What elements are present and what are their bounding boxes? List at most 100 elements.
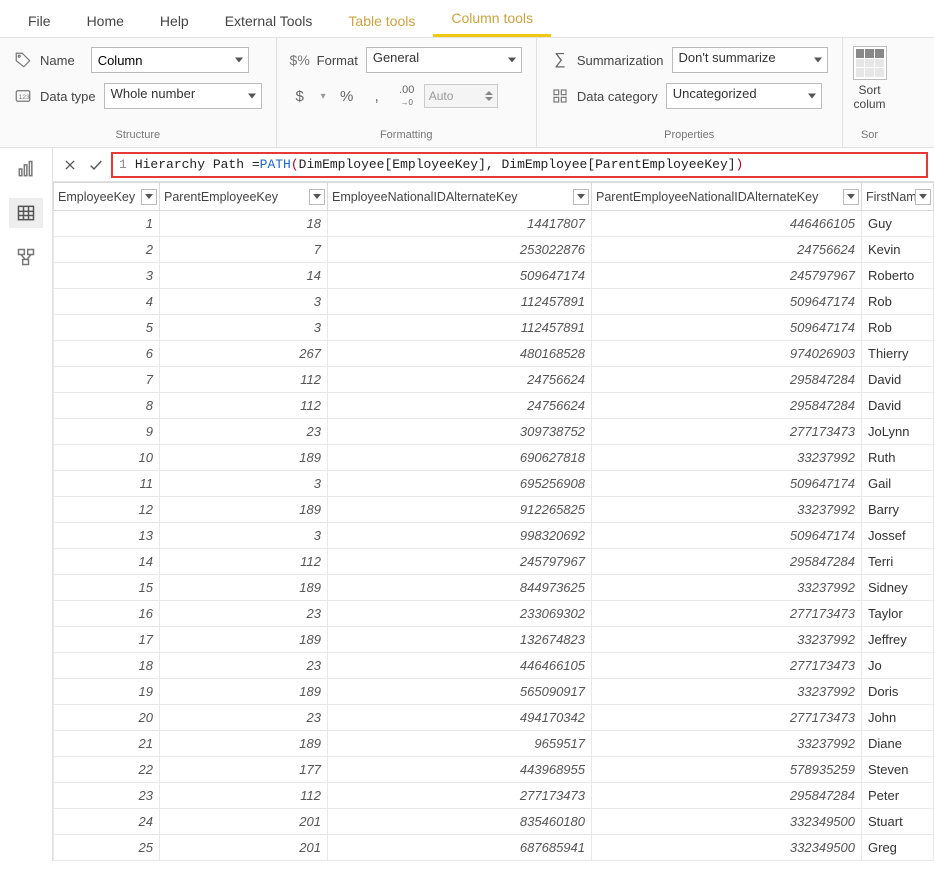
percent-button[interactable]: % [338, 88, 356, 105]
cell[interactable]: 233069302 [328, 601, 592, 627]
thousands-button[interactable]: , [368, 88, 386, 105]
cell[interactable]: Stuart [862, 809, 934, 835]
cell[interactable]: 24756624 [592, 237, 862, 263]
cell[interactable]: 33237992 [592, 575, 862, 601]
table-row[interactable]: 2725302287624756624Kevin [54, 237, 934, 263]
cell[interactable]: 189 [160, 627, 328, 653]
cell[interactable]: 7 [160, 237, 328, 263]
formula-input[interactable]: 1 Hierarchy Path = PATH(DimEmployee[Empl… [111, 152, 928, 178]
cell[interactable]: 33237992 [592, 497, 862, 523]
cell[interactable]: 245797967 [328, 549, 592, 575]
cell[interactable]: 4 [54, 289, 160, 315]
cell[interactable]: Kevin [862, 237, 934, 263]
cell[interactable]: 201 [160, 835, 328, 861]
column-filter-button[interactable] [309, 189, 325, 205]
cell[interactable]: 24756624 [328, 367, 592, 393]
cell[interactable]: 6 [54, 341, 160, 367]
cell[interactable]: 21 [54, 731, 160, 757]
cell[interactable]: Jeffrey [862, 627, 934, 653]
cell[interactable]: 509647174 [328, 263, 592, 289]
cell[interactable]: Steven [862, 757, 934, 783]
cell[interactable]: 332349500 [592, 809, 862, 835]
name-input[interactable] [91, 47, 249, 73]
cell[interactable]: 998320692 [328, 523, 592, 549]
data-view-button[interactable] [9, 198, 43, 228]
cell[interactable]: 112457891 [328, 289, 592, 315]
cell[interactable]: 5 [54, 315, 160, 341]
table-row[interactable]: 21189965951733237992Diane [54, 731, 934, 757]
cell[interactable]: 24756624 [328, 393, 592, 419]
cell[interactable]: 11 [54, 471, 160, 497]
menu-tab-help[interactable]: Help [142, 3, 207, 37]
cell[interactable]: 112 [160, 367, 328, 393]
table-row[interactable]: 1718913267482333237992Jeffrey [54, 627, 934, 653]
cell[interactable]: 295847284 [592, 393, 862, 419]
cell[interactable]: 33237992 [592, 731, 862, 757]
cell[interactable]: 446466105 [592, 211, 862, 237]
cell[interactable]: 443968955 [328, 757, 592, 783]
cell[interactable]: 912265825 [328, 497, 592, 523]
menu-tab-column-tools[interactable]: Column tools [433, 0, 551, 37]
cell[interactable]: 189 [160, 679, 328, 705]
cell[interactable]: 494170342 [328, 705, 592, 731]
cell[interactable]: 112 [160, 783, 328, 809]
cell[interactable]: 177 [160, 757, 328, 783]
cell[interactable]: 332349500 [592, 835, 862, 861]
cell[interactable]: 8 [54, 393, 160, 419]
cell[interactable]: Gail [862, 471, 934, 497]
column-header[interactable]: EmployeeNationalIDAlternateKey [328, 183, 592, 211]
menu-tab-external-tools[interactable]: External Tools [207, 3, 331, 37]
column-header[interactable]: FirstNam [862, 183, 934, 211]
decimal-places-input[interactable]: Auto [424, 84, 498, 108]
cell[interactable]: 17 [54, 627, 160, 653]
model-view-button[interactable] [9, 242, 43, 272]
table-row[interactable]: 1018969062781833237992Ruth [54, 445, 934, 471]
cell[interactable]: 578935259 [592, 757, 862, 783]
cell[interactable]: Roberto [862, 263, 934, 289]
column-filter-button[interactable] [915, 189, 931, 205]
table-row[interactable]: 53112457891509647174Rob [54, 315, 934, 341]
cell[interactable]: 23 [160, 419, 328, 445]
column-header[interactable]: EmployeeKey [54, 183, 160, 211]
cell[interactable]: Guy [862, 211, 934, 237]
table-row[interactable]: 811224756624295847284David [54, 393, 934, 419]
cell[interactable]: Jo [862, 653, 934, 679]
cell[interactable]: 2 [54, 237, 160, 263]
cell[interactable]: 23 [160, 601, 328, 627]
cell[interactable]: 132674823 [328, 627, 592, 653]
cell[interactable]: 189 [160, 445, 328, 471]
table-row[interactable]: 43112457891509647174Rob [54, 289, 934, 315]
cell[interactable]: 245797967 [592, 263, 862, 289]
cell[interactable]: Sidney [862, 575, 934, 601]
column-filter-button[interactable] [141, 189, 157, 205]
cell[interactable]: 23 [54, 783, 160, 809]
cell[interactable]: 3 [54, 263, 160, 289]
cell[interactable]: 277173473 [592, 601, 862, 627]
cell[interactable]: 12 [54, 497, 160, 523]
cell[interactable]: John [862, 705, 934, 731]
cell[interactable]: 309738752 [328, 419, 592, 445]
table-row[interactable]: 923309738752277173473JoLynn [54, 419, 934, 445]
table-row[interactable]: 2023494170342277173473John [54, 705, 934, 731]
table-row[interactable]: 1918956509091733237992Doris [54, 679, 934, 705]
cell[interactable]: 23 [160, 705, 328, 731]
cell[interactable]: 15 [54, 575, 160, 601]
table-row[interactable]: 314509647174245797967Roberto [54, 263, 934, 289]
cell[interactable]: 480168528 [328, 341, 592, 367]
cell[interactable]: Terri [862, 549, 934, 575]
table-row[interactable]: 1518984497362533237992Sidney [54, 575, 934, 601]
cell[interactable]: 509647174 [592, 315, 862, 341]
cell[interactable]: 277173473 [592, 653, 862, 679]
cell[interactable]: Diane [862, 731, 934, 757]
table-row[interactable]: 11814417807446466105Guy [54, 211, 934, 237]
cell[interactable]: 112 [160, 393, 328, 419]
cell[interactable]: 14 [160, 263, 328, 289]
currency-button[interactable]: $ [291, 88, 309, 105]
cell[interactable]: JoLynn [862, 419, 934, 445]
table-row[interactable]: 1823446466105277173473Jo [54, 653, 934, 679]
cell[interactable]: 844973625 [328, 575, 592, 601]
cell[interactable]: 9659517 [328, 731, 592, 757]
cell[interactable]: 14 [54, 549, 160, 575]
table-row[interactable]: 23112277173473295847284Peter [54, 783, 934, 809]
table-row[interactable]: 24201835460180332349500Stuart [54, 809, 934, 835]
